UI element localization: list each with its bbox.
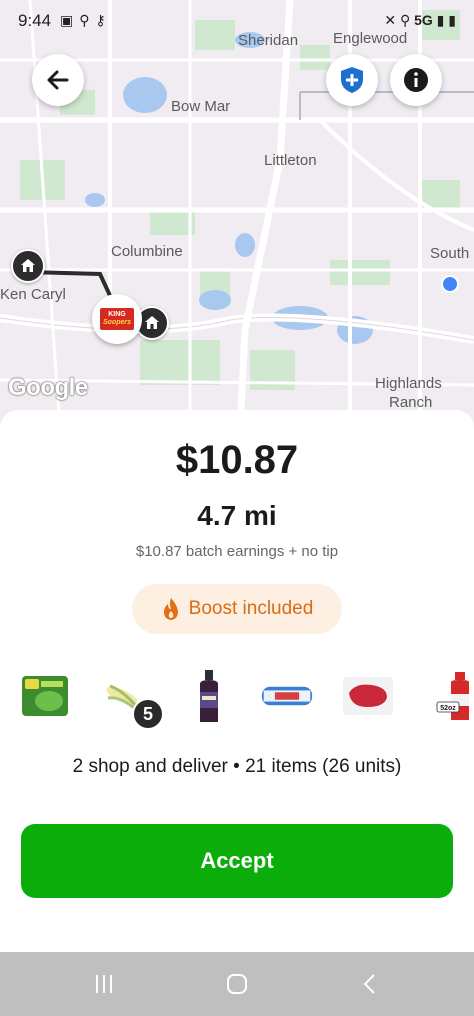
info-button[interactable] [390, 54, 442, 106]
recent-apps-button[interactable] [84, 968, 124, 1000]
batch-summary: 2 shop and deliver • 21 items (26 units) [72, 756, 402, 777]
product-item [341, 666, 395, 726]
map-label-south: South [430, 245, 470, 262]
safety-button[interactable] [326, 54, 378, 106]
size-label: 52oz [440, 705, 456, 712]
back-nav-button[interactable] [350, 968, 390, 1000]
map-label-ranch: Ranch [389, 394, 433, 411]
offer-sheet: $10.87 4.7 mi $10.87 batch earnings + no… [0, 410, 474, 952]
mute-icon: ✕ [384, 12, 397, 28]
accept-button[interactable]: Accept [21, 824, 453, 898]
sauce-bottle-icon: 52oz [436, 672, 469, 720]
arrow-left-icon [47, 70, 69, 90]
product-item [18, 666, 72, 726]
back-button[interactable] [32, 54, 84, 106]
map-label-highlands: Highlands [375, 375, 442, 392]
quantity-badge: 5 [132, 698, 164, 730]
location-icon: ⚲ [79, 12, 96, 28]
product-item: 52oz [428, 666, 474, 726]
offer-distance: 4.7 mi [197, 500, 277, 531]
boost-badge: Boost included [132, 584, 342, 634]
status-bar: 9:44 ▣⚲⚷ ✕ ⚲ 5G ▮ ▮ [0, 0, 474, 40]
shield-plus-icon [341, 67, 363, 93]
status-right-icons: ✕ ⚲ 5G ▮ ▮ [384, 12, 456, 29]
system-nav-bar [0, 952, 474, 1016]
product-item [260, 666, 314, 726]
boost-label: Boost included [188, 598, 314, 619]
network-label: 5G [414, 12, 433, 28]
map-label-bow-mar: Bow Mar [171, 98, 231, 115]
home-pin-icon[interactable] [11, 249, 45, 283]
status-left-icons: ▣⚲⚷ [60, 12, 112, 29]
home-icon [227, 974, 247, 994]
battery-icon: ▮ [448, 12, 456, 28]
current-location-dot [441, 275, 459, 293]
earnings-note: $10.87 batch earnings + no tip [135, 543, 339, 560]
recent-apps-icon [96, 975, 112, 993]
offer-price: $10.87 [175, 438, 299, 482]
flame-icon [163, 598, 178, 620]
chevron-left-icon [363, 974, 375, 994]
home-button[interactable] [217, 968, 257, 1000]
info-icon [404, 68, 428, 92]
map-label-columbine: Columbine [111, 243, 183, 260]
product-item [182, 666, 236, 726]
product-strip: 52oz [0, 666, 474, 728]
salad-bag-icon [22, 676, 68, 716]
balsamic-bottle-icon [200, 670, 218, 722]
map-label-littleton: Littleton [264, 152, 317, 169]
status-time: 9:44 [18, 11, 52, 30]
signal-icon: ▮ [436, 12, 445, 28]
google-logo: Google [8, 374, 88, 401]
key-icon: ⚷ [95, 12, 112, 28]
store-logo: KING Soopers [100, 308, 134, 330]
steak-icon [343, 677, 393, 715]
location-icon: ⚲ [399, 12, 411, 28]
store-pin[interactable]: KING Soopers [92, 294, 142, 344]
dough-can-icon [261, 686, 313, 706]
map-label-ken-caryl: Ken Caryl [0, 286, 66, 303]
calendar-icon: ▣ [60, 12, 80, 28]
